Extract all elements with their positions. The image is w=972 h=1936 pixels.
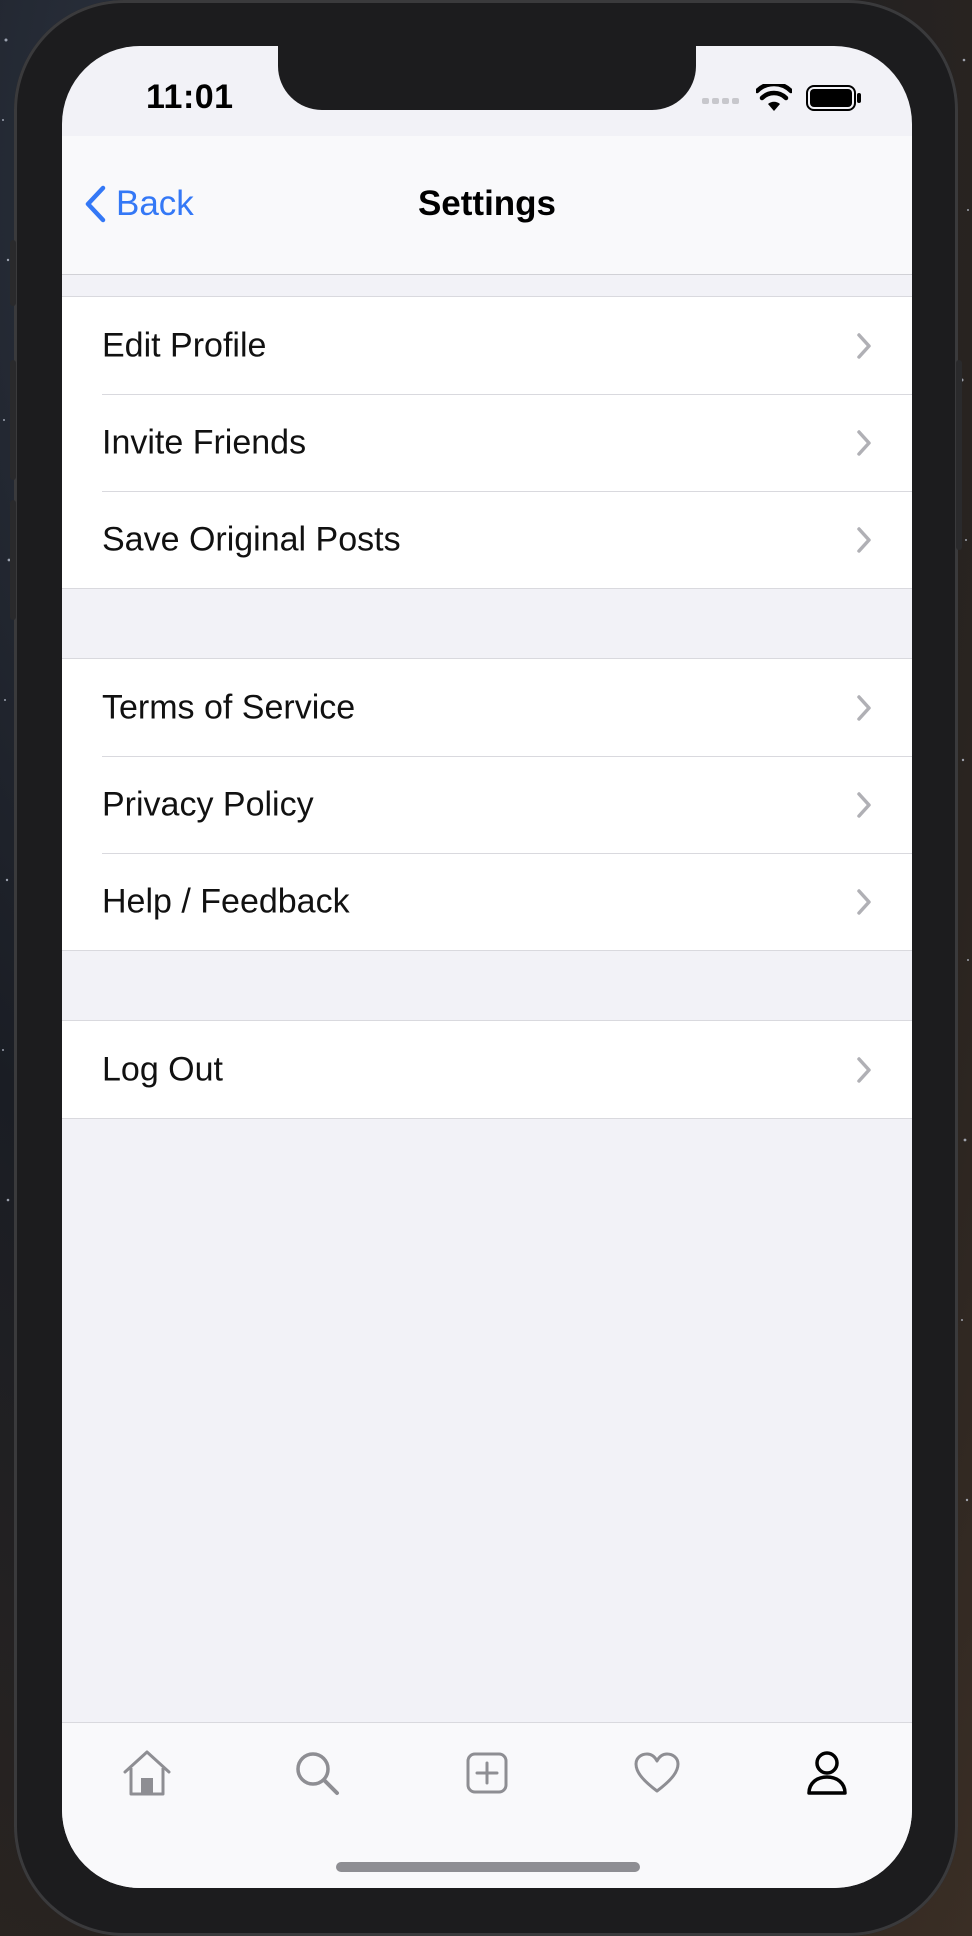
row-terms-of-service[interactable]: Terms of Service <box>62 659 912 756</box>
row-label: Invite Friends <box>102 423 307 461</box>
wifi-icon <box>756 84 792 111</box>
tab-profile[interactable] <box>792 1741 862 1805</box>
row-log-out[interactable]: Log Out <box>62 1021 912 1118</box>
mute-switch <box>10 240 16 306</box>
row-label: Help / Feedback <box>102 882 350 920</box>
row-label: Log Out <box>102 1050 223 1088</box>
row-privacy-policy[interactable]: Privacy Policy <box>62 756 912 853</box>
cellular-signal-icon <box>702 98 739 104</box>
row-help-feedback[interactable]: Help / Feedback <box>62 853 912 950</box>
row-save-original-posts[interactable]: Save Original Posts <box>62 491 912 588</box>
home-indicator[interactable] <box>336 1862 640 1872</box>
chevron-right-icon <box>857 791 871 818</box>
row-invite-friends[interactable]: Invite Friends <box>62 394 912 491</box>
chevron-right-icon <box>857 694 871 721</box>
tab-add-post[interactable] <box>452 1741 522 1805</box>
profile-icon <box>807 1751 847 1795</box>
settings-group-session: Log Out <box>62 1020 912 1119</box>
page-title: Settings <box>417 184 557 223</box>
tab-home[interactable] <box>112 1741 182 1805</box>
row-label: Terms of Service <box>102 688 356 726</box>
chevron-right-icon <box>857 526 871 553</box>
power-button <box>956 360 962 550</box>
tab-search[interactable] <box>282 1741 352 1805</box>
row-label: Edit Profile <box>102 326 267 364</box>
row-edit-profile[interactable]: Edit Profile <box>62 297 912 394</box>
tab-activity[interactable] <box>622 1741 692 1805</box>
chevron-right-icon <box>857 332 871 359</box>
volume-up-button <box>10 360 16 480</box>
settings-group-account: Edit Profile Invite Friends Save Origina… <box>62 296 912 589</box>
row-label: Save Original Posts <box>102 520 401 558</box>
search-icon <box>296 1752 339 1795</box>
chevron-right-icon <box>857 1056 871 1083</box>
chevron-right-icon <box>857 888 871 915</box>
row-label: Privacy Policy <box>102 785 314 823</box>
add-post-icon <box>466 1752 508 1794</box>
navigation-bar: Back Settings <box>62 136 912 275</box>
settings-group-legal: Terms of Service Privacy Policy Help / F… <box>62 658 912 951</box>
heart-icon <box>634 1752 680 1793</box>
notch <box>278 46 696 110</box>
status-time: 11:01 <box>146 78 234 116</box>
battery-icon <box>806 85 861 111</box>
status-icons <box>702 84 862 112</box>
volume-down-button <box>10 500 16 620</box>
phone-screen: 11:01 Back Settings Edit Profile Invite … <box>62 46 912 1888</box>
home-icon <box>123 1750 171 1796</box>
chevron-right-icon <box>857 429 871 456</box>
